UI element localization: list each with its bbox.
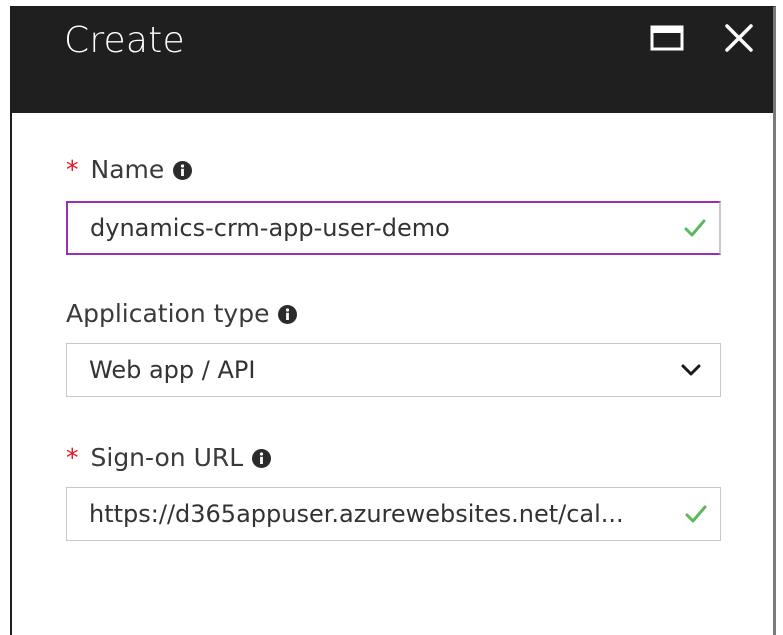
application-type-select[interactable]: Web app / API	[66, 343, 721, 397]
sign-on-url-label-row: * Sign-on URL	[66, 443, 272, 473]
required-marker: *	[66, 155, 79, 184]
name-label: Name	[90, 155, 165, 184]
maximize-button[interactable]	[648, 24, 686, 56]
create-blade: Create * Name dynamics-crm-app-user-demo…	[10, 6, 776, 635]
required-marker: *	[66, 443, 79, 472]
application-type-selected: Web app / API	[89, 356, 256, 384]
name-label-row: * Name	[66, 155, 193, 185]
info-icon[interactable]	[277, 304, 298, 325]
application-type-label: Application type	[66, 299, 270, 328]
close-button[interactable]	[718, 19, 760, 61]
blade-header: Create	[12, 7, 773, 113]
close-icon	[724, 23, 754, 57]
chevron-down-icon	[680, 359, 702, 381]
sign-on-url-input-value: https://d365appuser.azurewebsites.net/ca…	[89, 500, 624, 528]
info-icon[interactable]	[251, 448, 272, 469]
name-input[interactable]: dynamics-crm-app-user-demo	[66, 201, 721, 255]
checkmark-icon	[684, 502, 708, 526]
application-type-label-row: Application type	[66, 299, 298, 329]
maximize-icon	[650, 25, 684, 55]
name-input-value: dynamics-crm-app-user-demo	[90, 214, 450, 242]
info-icon[interactable]	[172, 160, 193, 181]
checkmark-icon	[683, 216, 707, 240]
sign-on-url-label: Sign-on URL	[90, 443, 244, 472]
blade-title: Create	[64, 20, 185, 61]
sign-on-url-input[interactable]: https://d365appuser.azurewebsites.net/ca…	[66, 487, 721, 541]
